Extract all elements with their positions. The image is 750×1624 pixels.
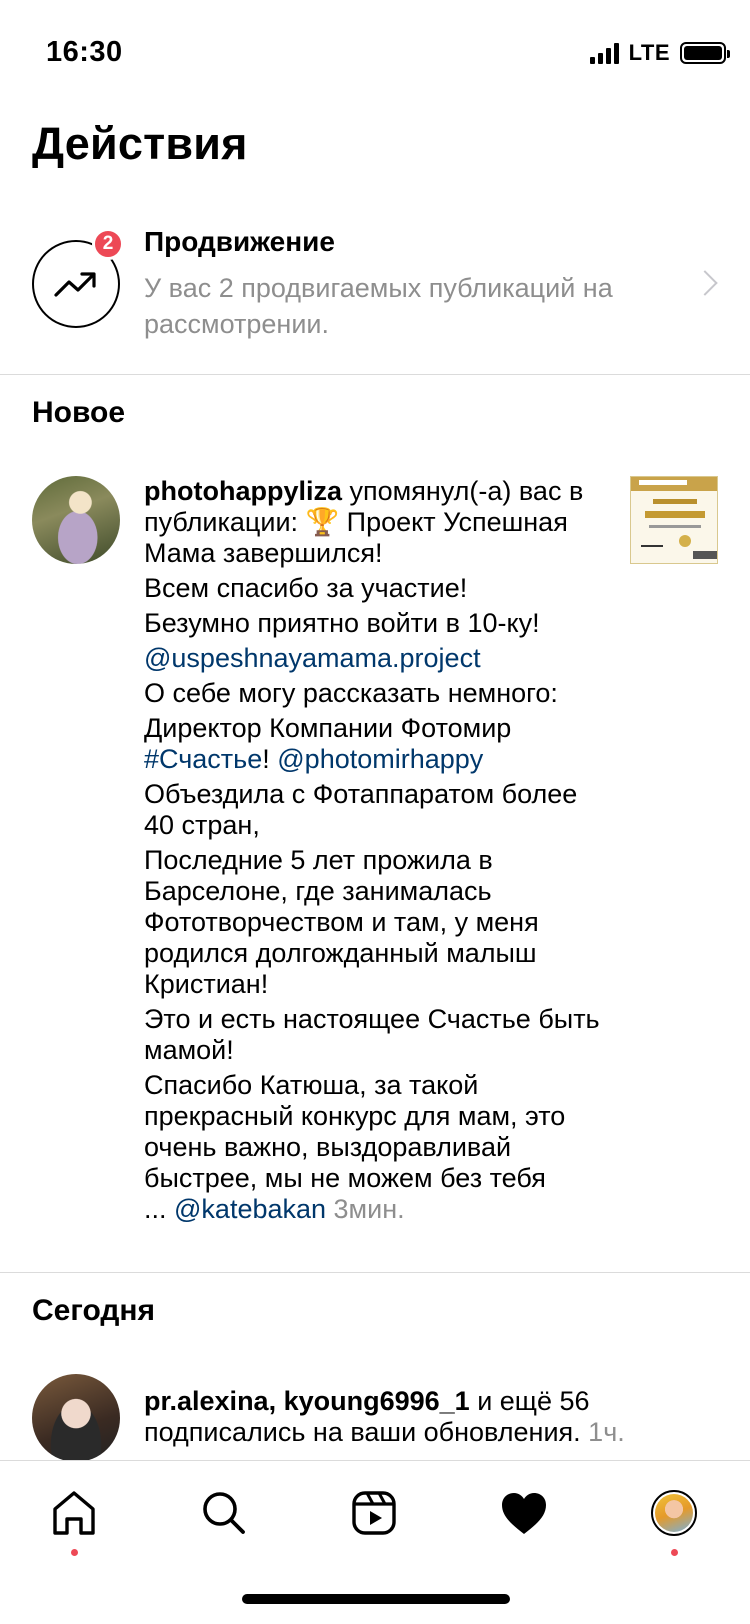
cellular-signal-icon — [589, 42, 619, 64]
home-dot-indicator — [71, 1549, 78, 1556]
section-header-today: Сегодня — [32, 1294, 156, 1327]
page-title: Действия — [32, 118, 248, 169]
caption-line: Всем спасибо за участие! — [144, 573, 468, 603]
avatar[interactable] — [32, 1374, 120, 1462]
mention-link[interactable]: @photomirhappy — [277, 744, 483, 774]
notification-username[interactable]: photohappyliza — [144, 476, 342, 506]
caption-line: Директор Компании Фотомир — [144, 713, 512, 743]
status-bar: 16:30 LTE — [0, 0, 750, 100]
home-indicator — [242, 1594, 510, 1604]
status-indicators: LTE — [589, 40, 730, 66]
chevron-right-icon — [692, 270, 718, 296]
caption-line: Безумно приятно войти в 10-ку! — [144, 608, 540, 638]
post-thumbnail[interactable] — [630, 476, 718, 564]
avatar[interactable] — [32, 476, 120, 564]
activity-screen: 16:30 LTE Действия 2 Продвижение У вас 2… — [0, 0, 750, 1624]
caption-text: ! — [262, 744, 278, 774]
notification-timestamp: 3мин. — [326, 1194, 405, 1224]
heart-icon[interactable] — [496, 1485, 552, 1541]
mention-link[interactable]: @katebakan — [174, 1194, 326, 1224]
mention-notification-text[interactable]: photohappyliza упомянул(-а) вас в публик… — [144, 476, 600, 1229]
battery-icon — [680, 42, 730, 64]
section-header-new: Новое — [32, 396, 126, 429]
profile-dot-indicator — [671, 1549, 678, 1556]
promotion-subtitle: У вас 2 продвигаемых публикаций на рассм… — [144, 273, 613, 339]
promotion-row[interactable]: 2 Продвижение У вас 2 продвигаемых публи… — [0, 212, 750, 374]
promotion-title: Продвижение — [144, 226, 335, 257]
caption-text: ... — [144, 1194, 175, 1224]
caption-line: О себе могу рассказать немного: — [144, 678, 558, 708]
caption-line: Последние 5 лет прожила в Барселоне, где… — [144, 845, 539, 999]
profile-avatar[interactable] — [646, 1485, 702, 1541]
hashtag-link[interactable]: #Счастье — [144, 744, 262, 774]
notification-badge: 2 — [92, 228, 124, 260]
reels-icon[interactable] — [346, 1485, 402, 1541]
follow-notification-text[interactable]: pr.alexina, kyoung6996_1 и ещё 56 подпис… — [144, 1386, 664, 1448]
mention-link[interactable]: @uspeshnayamama.project — [144, 643, 600, 674]
divider — [0, 374, 750, 375]
divider — [0, 1272, 750, 1273]
network-label: LTE — [628, 40, 670, 65]
caption-line: Спасибо Катюша, за такой прекрасный конк… — [144, 1070, 566, 1193]
notification-usernames[interactable]: pr.alexina, kyoung6996_1 — [144, 1386, 470, 1416]
status-time: 16:30 — [46, 36, 123, 68]
caption-line: Объездила с Фотаппаратом более 40 стран, — [144, 779, 578, 840]
caption-line: Это и есть настоящее Счастье быть мамой! — [144, 1004, 600, 1065]
home-icon[interactable] — [46, 1485, 102, 1541]
search-icon[interactable] — [196, 1485, 252, 1541]
notification-timestamp: 1ч. — [580, 1417, 625, 1447]
